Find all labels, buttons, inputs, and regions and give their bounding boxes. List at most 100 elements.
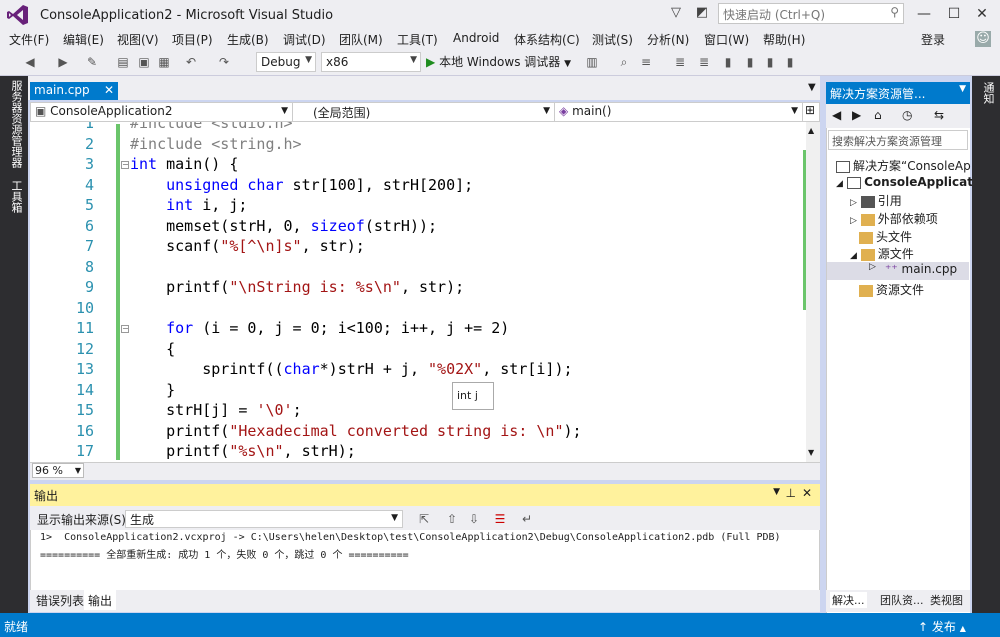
tree-resource-files[interactable]: 资源文件 [859,281,924,298]
menu-window[interactable]: 窗口(W) [704,31,749,48]
collapse-icon[interactable]: ◢ [850,251,857,261]
editor-horizontal-scrollbar[interactable] [30,462,820,480]
menu-help[interactable]: 帮助(H) [763,31,805,48]
uncomment-icon[interactable]: ≣ [696,54,712,70]
word-wrap-icon[interactable]: ↵ [519,511,535,527]
next-message-icon[interactable]: ⇩ [466,511,482,527]
code-editor[interactable]: 1 #include <stdio.h> 2 #include <string.h> 3… [30,122,820,462]
login-link[interactable]: 登录 [921,31,945,48]
tree-solution[interactable]: 解决方案“ConsoleAp [836,157,971,174]
history-icon[interactable]: ◷ [902,108,912,122]
close-icon[interactable]: ✕ [104,83,114,97]
tree-references[interactable]: ▷ 引用 [850,192,902,209]
undo-icon[interactable]: ↶ [183,54,199,70]
menu-android[interactable]: Android [453,31,499,45]
menu-analyze[interactable]: 分析(N) [647,31,689,48]
solution-search-input[interactable]: 搜索解决方案资源管理 [828,130,968,150]
menu-project[interactable]: 项目(P) [172,31,213,48]
zoom-select[interactable]: 96 % ▼ [32,463,84,478]
format-icon[interactable]: ≡ [638,54,654,70]
code-line[interactable]: } [130,381,175,399]
menu-architecture[interactable]: 体系结构(C) [514,31,580,48]
menu-tools[interactable]: 工具(T) [397,31,438,48]
filter-icon[interactable]: ▽ [668,5,684,21]
code-line[interactable]: scanf("%[^\n]s", str); [130,237,365,255]
member-nav-select[interactable]: ◈ main() ▼ [555,103,803,121]
tab-overflow-icon[interactable]: ▼ [808,82,816,93]
next-bookmark-icon[interactable]: ▮ [762,54,778,70]
output-source-select[interactable]: 生成 ▼ [125,510,403,528]
user-icon[interactable]: ☺ [975,31,991,47]
find-icon[interactable]: ⌕ [616,54,632,70]
expand-icon[interactable]: ▷ [850,216,857,226]
panel-menu-icon[interactable]: ▼ [959,84,966,94]
code-line[interactable]: int i, j; [130,196,247,214]
code-line[interactable]: sprintf((char*)strH + j, "%02X", str[i])… [130,360,572,378]
clear-bookmarks-icon[interactable]: ▮ [782,54,798,70]
maximize-button[interactable]: ☐ [940,2,968,26]
tab-team-explorer[interactable]: 团队资... [880,592,924,608]
quick-launch-input[interactable]: 快速启动 (Ctrl+Q) ⚲ [718,3,904,24]
expand-icon[interactable]: ▷ [869,262,876,272]
prev-message-icon[interactable]: ⇧ [444,511,460,527]
tree-source-files[interactable]: ◢ 源文件 [850,245,914,262]
prev-bookmark-icon[interactable]: ▮ [742,54,758,70]
pin-icon[interactable]: ⊥ [786,486,796,500]
close-window-button[interactable]: ✕ [968,2,996,26]
code-line[interactable]: printf("Hexadecimal converted string is:… [130,422,581,440]
notifications-tab[interactable]: 通知 [980,82,996,104]
feedback-icon[interactable]: ◩ [694,5,710,21]
save-icon[interactable]: ▣ [136,54,152,70]
breakpoint-icon[interactable]: ▥ [584,54,600,70]
project-nav-select[interactable]: ▣ ConsoleApplication2 ▼ [31,103,293,121]
code-line[interactable]: unsigned char str[100], strH[200]; [130,176,473,194]
code-line[interactable]: strH[j] = '\0'; [130,401,301,419]
code-line[interactable]: for (i = 0, j = 0; i<100; i++, j += 2) [130,319,509,337]
tree-project[interactable]: ◢ ConsoleApplicati [836,175,977,189]
save-all-icon[interactable]: ▦ [156,54,172,70]
publish-button[interactable]: ↑ 发布 ▲ [918,618,966,635]
expand-icon[interactable]: ▷ [850,198,857,208]
code-line[interactable]: { [130,340,175,358]
menu-edit[interactable]: 编辑(E) [63,31,104,48]
panel-menu-icon[interactable]: ▼ [773,487,780,497]
code-line[interactable]: memset(strH, 0, sizeof(strH)); [130,217,437,235]
back-icon[interactable]: ◀ [22,54,38,70]
toolbox-tab[interactable]: 工具箱 [8,180,24,213]
fold-toggle-icon[interactable]: − [121,325,129,333]
tab-class-view[interactable]: 类视图 [930,592,963,608]
platform-select[interactable]: x86 ▼ [321,52,421,72]
tree-external-deps[interactable]: ▷ 外部依赖项 [850,210,938,227]
server-explorer-tab[interactable]: 服务器资源管理器 [8,80,24,168]
open-file-icon[interactable]: ▤ [115,54,131,70]
tab-main-cpp[interactable]: main.cpp ✕ [30,82,118,100]
collapse-icon[interactable]: ◢ [836,179,843,189]
clear-all-icon[interactable]: ☰ [492,511,508,527]
goto-message-icon[interactable]: ⇱ [416,511,432,527]
home-icon[interactable]: ⌂ [874,108,882,122]
scroll-up-icon[interactable]: ▲ [808,126,814,135]
new-project-icon[interactable]: ✎ [84,54,100,70]
bookmark-icon[interactable]: ▮ [720,54,736,70]
menu-view[interactable]: 视图(V) [117,31,159,48]
code-line[interactable]: #include <stdio.h> [130,122,293,132]
code-line[interactable]: printf("%s\n", strH); [130,442,356,460]
tree-header-files[interactable]: 头文件 [859,228,912,245]
menu-build[interactable]: 生成(B) [227,31,269,48]
close-icon[interactable]: ✕ [802,486,812,500]
tab-error-list[interactable]: 错误列表 [32,590,88,610]
tab-solution-explorer[interactable]: 解决... [830,592,867,608]
start-debugging-button[interactable]: ▶ 本地 Windows 调试器 ▼ [426,52,571,72]
split-icon[interactable]: ⊞ [805,103,815,117]
menu-test[interactable]: 测试(S) [592,31,633,48]
back-icon[interactable]: ◀ [832,108,841,122]
sync-icon[interactable]: ⇆ [934,108,944,122]
forward-icon[interactable]: ▶ [55,54,71,70]
fold-toggle-icon[interactable]: − [121,161,129,169]
minimize-button[interactable]: — [910,2,938,26]
scroll-down-icon[interactable]: ▼ [808,448,814,457]
tree-main-cpp[interactable]: ▷ ⁺⁺ main.cpp [827,262,969,280]
code-line[interactable]: int main() { [130,155,238,173]
menu-debug[interactable]: 调试(D) [283,31,326,48]
redo-icon[interactable]: ↷ [216,54,232,70]
